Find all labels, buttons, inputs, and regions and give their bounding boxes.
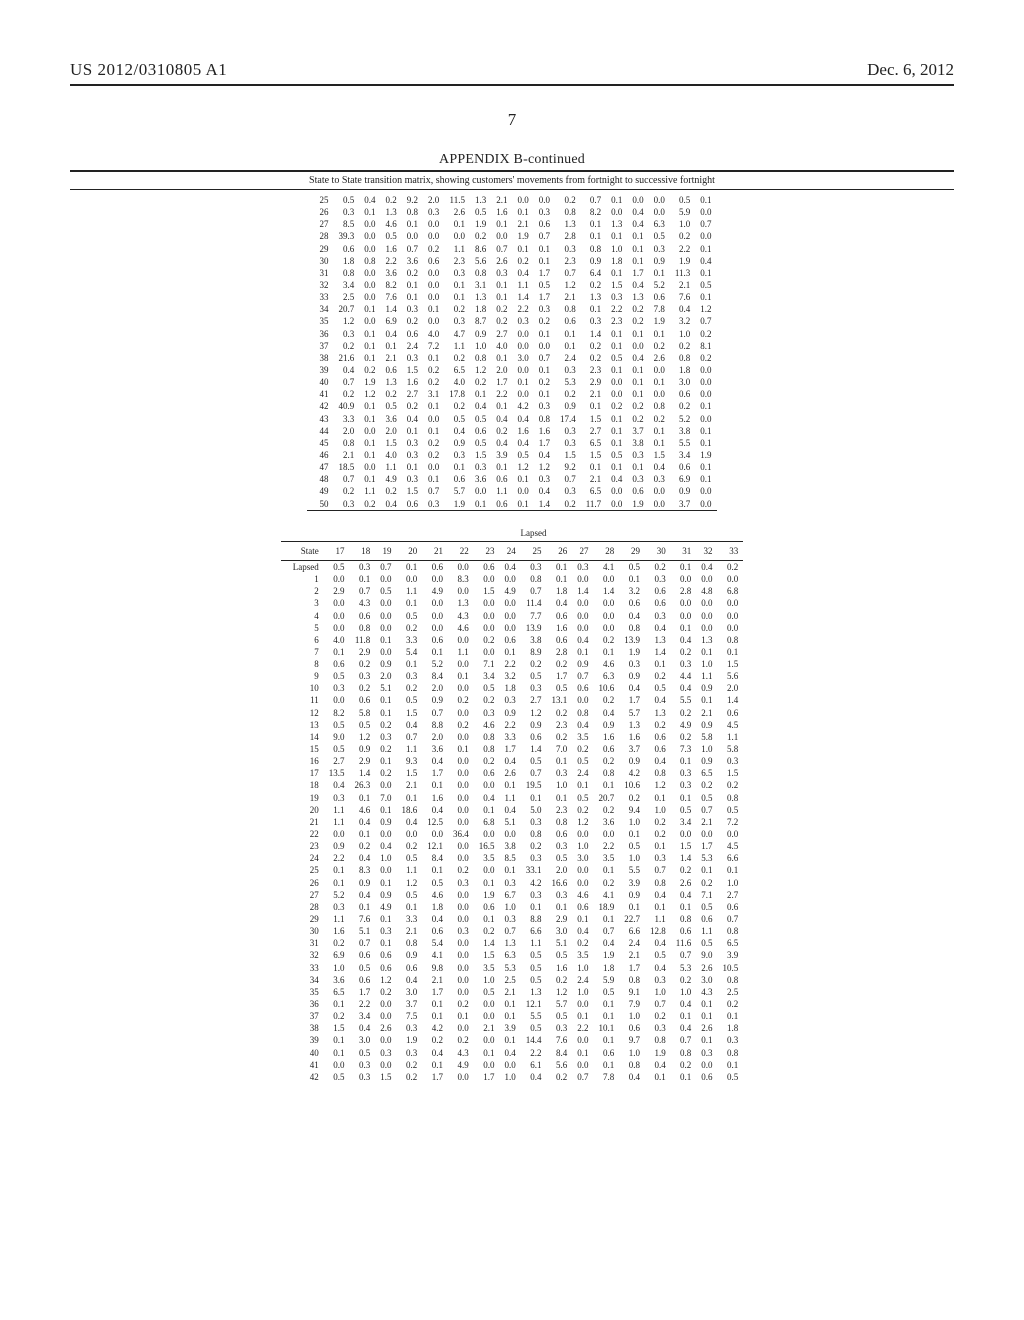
table-row: 220.00.10.00.00.036.40.00.00.80.60.00.00…: [281, 828, 743, 840]
table-row: 64.011.80.13.30.60.00.20.63.80.60.40.213…: [281, 634, 743, 646]
table-row: 250.50.40.29.22.011.51.32.10.00.00.20.70…: [307, 194, 716, 206]
table-row: 442.00.02.00.10.10.40.60.21.61.60.32.70.…: [307, 425, 716, 437]
table-row: 128.25.80.11.50.70.00.30.91.20.20.80.45.…: [281, 707, 743, 719]
table-row: 3821.60.12.10.30.10.20.80.13.00.72.40.20…: [307, 352, 716, 364]
table-row: 230.90.20.40.212.10.016.53.80.20.31.02.2…: [281, 840, 743, 852]
table-row: 480.70.14.90.30.10.63.60.60.10.30.72.10.…: [307, 473, 716, 485]
transition-table-lower: Lapsed State1718192021222324252627282930…: [281, 525, 743, 1083]
table-row: 275.20.40.90.54.60.01.96.70.30.34.64.10.…: [281, 889, 743, 901]
table-row: 10.00.10.00.00.08.30.00.00.80.10.00.00.1…: [281, 573, 743, 585]
table-row: 211.10.40.90.412.50.06.85.10.30.81.23.61…: [281, 816, 743, 828]
table-row: 462.10.14.00.30.20.31.53.90.50.41.51.50.…: [307, 449, 716, 461]
table-row: 250.18.30.01.10.10.20.00.133.12.00.00.15…: [281, 864, 743, 876]
table-row: 150.50.90.21.13.60.10.81.71.47.00.20.63.…: [281, 743, 743, 755]
table-row: 2839.30.00.50.00.00.00.20.01.90.72.80.10…: [307, 230, 716, 242]
table-row: 450.80.11.50.30.20.90.50.40.41.70.36.50.…: [307, 437, 716, 449]
table-row: 360.30.10.40.64.04.70.92.70.00.10.11.40.…: [307, 328, 716, 340]
table-row: 343.60.61.20.42.10.01.02.50.50.22.45.90.…: [281, 974, 743, 986]
table-row: 331.00.50.60.69.80.03.55.30.51.61.01.81.…: [281, 962, 743, 974]
table-row: 301.80.82.23.60.62.35.62.60.20.12.30.91.…: [307, 255, 716, 267]
patent-number: US 2012/0310805 A1: [70, 60, 227, 80]
table-row: Lapsed0.50.30.70.10.60.00.60.40.30.10.34…: [281, 560, 743, 573]
table-row: 110.00.60.10.50.90.20.20.32.713.10.00.21…: [281, 694, 743, 706]
group-label-lapsed: Lapsed: [324, 525, 743, 542]
table-row: 162.72.90.19.30.40.00.20.40.50.10.50.20.…: [281, 755, 743, 767]
table1-wrap: State to State transition matrix, showin…: [70, 170, 954, 511]
table-row: 433.30.13.60.40.00.50.50.40.40.817.41.50…: [307, 413, 716, 425]
table-row: 4718.50.01.10.10.00.10.30.11.21.29.20.10…: [307, 461, 716, 473]
patent-date: Dec. 6, 2012: [867, 60, 954, 80]
table-row: 242.20.41.00.58.40.03.58.50.30.53.03.51.…: [281, 852, 743, 864]
appendix-subtitle: State to State transition matrix, showin…: [70, 171, 954, 190]
table-row: 180.426.30.02.10.10.00.00.119.51.00.10.1…: [281, 779, 743, 791]
table-row: 310.80.03.60.20.00.30.80.30.41.70.76.40.…: [307, 267, 716, 279]
table-row: 30.04.30.00.10.01.30.00.011.40.40.00.00.…: [281, 597, 743, 609]
page-number: 7: [70, 110, 954, 130]
table-row: 260.10.90.11.20.50.30.10.34.216.60.00.23…: [281, 877, 743, 889]
header-rule: [70, 84, 954, 86]
table-row: 390.40.20.61.50.26.51.22.00.00.10.32.30.…: [307, 364, 716, 376]
table-row: 291.17.60.13.30.40.00.10.38.82.90.10.122…: [281, 913, 743, 925]
table-row: 420.50.31.50.21.70.01.71.00.40.20.77.80.…: [281, 1071, 743, 1083]
table-row: 490.21.10.21.50.75.70.01.10.00.40.36.50.…: [307, 485, 716, 497]
transition-table-upper: 250.50.40.29.22.011.51.32.10.00.00.20.70…: [307, 194, 716, 511]
table-row: 400.71.91.31.60.24.00.21.70.10.25.32.90.…: [307, 376, 716, 388]
table-row: 290.60.01.60.70.21.18.60.70.10.10.30.81.…: [307, 243, 716, 255]
table-row: 149.01.20.30.72.00.00.83.30.60.23.51.61.…: [281, 731, 743, 743]
table-row: 130.50.50.20.48.80.24.62.20.92.30.40.91.…: [281, 719, 743, 731]
table-row: 356.51.70.23.01.70.00.52.11.31.21.00.59.…: [281, 986, 743, 998]
table-row: 100.30.25.10.22.00.00.51.80.30.50.610.60…: [281, 682, 743, 694]
table-row: 410.21.20.22.73.117.80.12.20.00.10.22.10…: [307, 388, 716, 400]
table-row: 351.20.06.90.20.00.38.70.20.30.20.60.32.…: [307, 315, 716, 327]
table-row: 400.10.50.30.30.44.30.10.42.28.40.10.61.…: [281, 1047, 743, 1059]
table-row: 370.23.40.07.50.10.10.00.15.50.50.10.11.…: [281, 1010, 743, 1022]
table-row: 310.20.70.10.85.40.01.41.31.15.10.20.42.…: [281, 937, 743, 949]
page-header: US 2012/0310805 A1 Dec. 6, 2012: [70, 60, 954, 80]
table-row: 381.50.42.60.34.20.02.13.90.50.32.210.10…: [281, 1022, 743, 1034]
table-row: 4240.90.10.50.20.10.20.40.14.20.30.90.10…: [307, 400, 716, 412]
table-row: 500.30.20.40.60.31.90.10.60.11.40.211.70…: [307, 498, 716, 511]
table-row: 40.00.60.00.50.04.30.00.07.70.60.00.00.4…: [281, 610, 743, 622]
table-row: 3420.70.11.40.30.10.21.80.22.20.30.80.12…: [307, 303, 716, 315]
table-row: 190.30.17.00.11.60.00.41.10.10.10.520.70…: [281, 792, 743, 804]
table-row: 370.20.10.12.47.21.11.04.00.00.00.10.20.…: [307, 340, 716, 352]
table-row: 50.00.80.00.20.04.60.00.013.91.60.00.00.…: [281, 622, 743, 634]
table-row: 280.30.14.90.11.80.00.61.00.10.10.618.90…: [281, 901, 743, 913]
state-col-header: State: [281, 541, 324, 560]
table-row: 360.12.20.03.70.10.20.00.112.15.70.00.17…: [281, 998, 743, 1010]
table-row: 1713.51.40.21.51.70.00.62.60.70.32.40.84…: [281, 767, 743, 779]
table-row: 390.13.00.01.90.20.20.00.114.47.60.00.19…: [281, 1034, 743, 1046]
table-row: 22.90.70.51.14.90.01.54.90.71.81.41.43.2…: [281, 585, 743, 597]
table-row: 301.65.10.32.10.60.30.20.76.63.00.40.76.…: [281, 925, 743, 937]
table-row: 201.14.60.118.60.40.00.10.45.02.30.20.29…: [281, 804, 743, 816]
table-row: 278.50.04.60.10.00.11.90.12.10.61.30.11.…: [307, 218, 716, 230]
table-row: 323.40.08.20.10.00.13.10.11.10.51.20.21.…: [307, 279, 716, 291]
page: US 2012/0310805 A1 Dec. 6, 2012 7 APPEND…: [0, 0, 1024, 1320]
table-row: 410.00.30.00.20.14.90.00.06.15.60.00.10.…: [281, 1059, 743, 1071]
table-row: 90.50.32.00.38.40.13.43.20.51.70.76.30.9…: [281, 670, 743, 682]
table-row: 326.90.60.60.94.10.01.56.30.50.53.51.92.…: [281, 949, 743, 961]
appendix-title: APPENDIX B-continued: [70, 152, 954, 168]
table-row: 80.60.20.90.15.20.07.12.20.20.20.94.60.3…: [281, 658, 743, 670]
table-row: 260.30.11.30.80.32.60.51.60.10.30.88.20.…: [307, 206, 716, 218]
table-row: 332.50.07.60.10.00.11.30.11.41.72.11.30.…: [307, 291, 716, 303]
table-row: 70.12.90.05.40.11.10.00.18.92.80.10.11.9…: [281, 646, 743, 658]
